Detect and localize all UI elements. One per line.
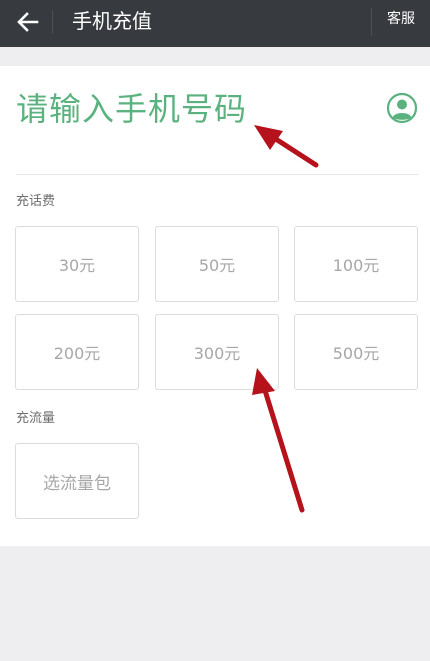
amount-option-50[interactable]: 50元 [155,226,279,302]
data-plan-section-label: 充流量 [16,411,56,426]
recharge-card: 请输入手机号码 充话费 30元 50元 100元 200元 300元 500元 … [0,66,430,546]
arrow-left-icon [17,12,39,32]
contact-picker-button[interactable] [386,92,418,124]
phone-recharge-screen: 手机充值 客服 请输入手机号码 充话费 30元 50元 100元 200元 30… [0,0,430,661]
amount-option-500[interactable]: 500元 [294,314,418,390]
data-plan-button[interactable]: 选流量包 [15,443,139,519]
back-button[interactable] [10,4,46,40]
amount-option-300[interactable]: 300元 [155,314,279,390]
top-navigation-bar: 手机充值 客服 [0,0,430,47]
phone-number-input[interactable]: 请输入手机号码 [16,88,346,130]
page-title: 手机充值 [72,9,152,33]
amount-option-200[interactable]: 200元 [15,314,139,390]
divider [16,174,418,175]
amount-option-100[interactable]: 100元 [294,226,418,302]
amount-option-30[interactable]: 30元 [15,226,139,302]
recharge-section-label: 充话费 [16,194,56,209]
topbar-divider [52,10,53,34]
contact-person-icon [386,92,418,124]
customer-service-button[interactable]: 客服 [378,9,424,29]
topbar-divider-right [371,8,372,36]
